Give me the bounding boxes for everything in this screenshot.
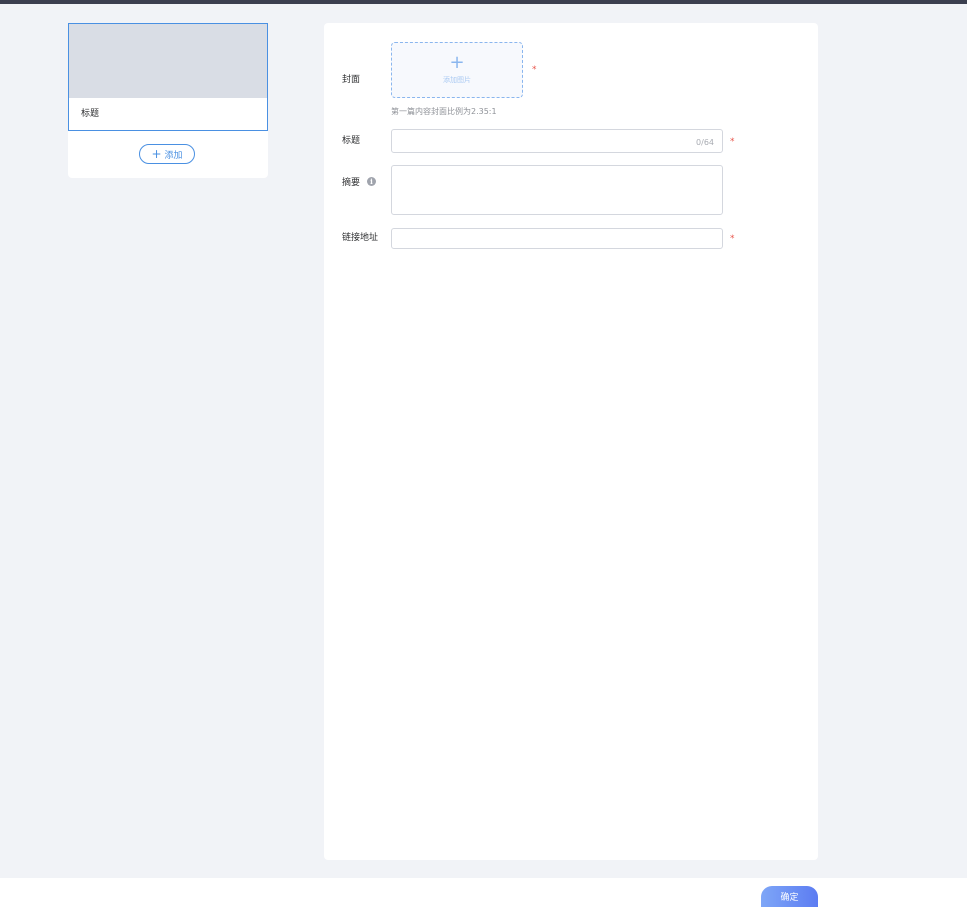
add-article-button[interactable]: + 添加: [139, 144, 195, 164]
cover-required-mark: *: [532, 65, 537, 75]
title-input[interactable]: [391, 129, 723, 153]
top-bar: [0, 0, 967, 4]
article-card[interactable]: 标题: [68, 23, 268, 131]
title-char-count: 0/64: [696, 138, 714, 147]
summary-label: 摘要: [342, 178, 361, 188]
upload-plus-icon: +: [449, 52, 465, 73]
cover-hint: 第一篇内容封面比例为2.35:1: [391, 107, 497, 116]
link-required-mark: *: [730, 234, 735, 244]
article-cover-placeholder: [69, 24, 267, 98]
info-icon[interactable]: i: [367, 177, 376, 186]
add-article-label: 添加: [164, 150, 183, 161]
link-label: 链接地址: [342, 233, 379, 243]
article-title: 标题: [81, 109, 100, 119]
article-list-panel: 标题 + 添加: [68, 23, 268, 178]
upload-text: 添加图片: [443, 76, 471, 84]
plus-icon: +: [151, 147, 162, 161]
confirm-button[interactable]: 确定: [761, 886, 818, 907]
article-edit-form: 封面 + 添加图片 * 第一篇内容封面比例为2.35:1 标题 0/64 * 摘…: [324, 23, 818, 860]
cover-upload-area[interactable]: + 添加图片: [391, 42, 523, 98]
cover-label: 封面: [342, 75, 361, 85]
title-label: 标题: [342, 136, 361, 146]
footer-bar: 确定: [0, 878, 967, 907]
summary-textarea[interactable]: [391, 165, 723, 215]
link-input[interactable]: [391, 228, 723, 249]
title-required-mark: *: [730, 137, 735, 147]
